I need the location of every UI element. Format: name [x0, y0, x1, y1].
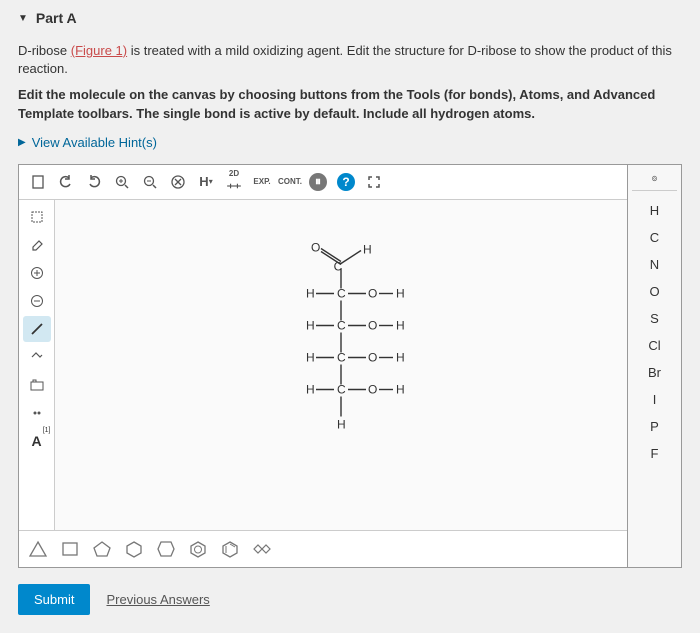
svg-text:H: H [306, 382, 315, 396]
svg-text:H: H [306, 318, 315, 332]
atom-label-tool[interactable]: A[1] [23, 428, 51, 454]
atom-c[interactable]: C [632, 224, 677, 251]
pentagon-template[interactable] [89, 537, 115, 561]
hydrogen-toggle-button[interactable]: H▾ [193, 169, 219, 195]
pause-button[interactable]: ⏸ [305, 169, 331, 195]
instruction-text: D-ribose (Figure 1) is treated with a mi… [18, 42, 682, 78]
svg-text:C: C [334, 259, 343, 273]
atom-p[interactable]: P [632, 413, 677, 440]
atom-br[interactable]: Br [632, 359, 677, 386]
select-tool[interactable] [23, 204, 51, 230]
svg-text:H: H [396, 350, 405, 364]
delete-button[interactable] [165, 169, 191, 195]
previous-answers-link[interactable]: Previous Answers [106, 592, 209, 607]
part-title: Part A [36, 10, 77, 26]
svg-text:O: O [368, 318, 377, 332]
panel-header-icon: ๏ [632, 171, 677, 191]
svg-text:C: C [337, 286, 346, 300]
molecule-editor: H▾ 2D EXP. CONT. ⏸ ? A[1] [18, 164, 682, 568]
hexagon2-template[interactable] [153, 537, 179, 561]
atom-s[interactable]: S [632, 305, 677, 332]
atom-cl[interactable]: Cl [632, 332, 677, 359]
zoom-out-button[interactable] [137, 169, 163, 195]
cont-button[interactable]: CONT. [277, 169, 303, 195]
svg-text:C: C [337, 382, 346, 396]
undo-button[interactable] [53, 169, 79, 195]
new-doc-button[interactable] [25, 169, 51, 195]
svg-text:C: C [337, 350, 346, 364]
hints-label: View Available Hint(s) [32, 135, 157, 150]
submit-button[interactable]: Submit [18, 584, 90, 615]
atom-n[interactable]: N [632, 251, 677, 278]
view-hints-button[interactable]: ▶ View Available Hint(s) [18, 135, 682, 150]
charge-minus-tool[interactable] [23, 288, 51, 314]
figure-link[interactable]: (Figure 1) [71, 43, 127, 58]
svg-text:O: O [368, 350, 377, 364]
atom-i[interactable]: I [632, 386, 677, 413]
benzene2-template[interactable] [217, 537, 243, 561]
svg-text:H: H [396, 382, 405, 396]
zoom-in-button[interactable] [109, 169, 135, 195]
molecule-structure: O H C H C O H H C O H H C O H [241, 238, 441, 468]
atoms-panel: ๏ H C N O S Cl Br I P F [627, 165, 681, 567]
svg-text:H: H [337, 417, 346, 431]
fullscreen-button[interactable] [361, 169, 387, 195]
atom-f[interactable]: F [632, 440, 677, 467]
svg-text:H: H [306, 350, 315, 364]
svg-text:H: H [306, 286, 315, 300]
square-template[interactable] [57, 537, 83, 561]
cyclohexane-template[interactable] [249, 537, 275, 561]
template-tool[interactable] [23, 372, 51, 398]
svg-text:H: H [363, 242, 372, 256]
svg-text:O: O [368, 286, 377, 300]
top-toolbar: H▾ 2D EXP. CONT. ⏸ ? [19, 165, 627, 200]
help-button[interactable]: ? [333, 169, 359, 195]
svg-text:O: O [311, 240, 320, 254]
chevron-right-icon: ▶ [18, 137, 26, 148]
svg-text:H: H [396, 318, 405, 332]
instruction-bold: Edit the molecule on the canvas by choos… [18, 86, 682, 122]
eraser-tool[interactable] [23, 232, 51, 258]
2d-button[interactable]: 2D [221, 169, 247, 195]
triangle-template[interactable] [25, 537, 51, 561]
part-collapse-caret[interactable]: ▼ [18, 13, 28, 24]
atom-o[interactable]: O [632, 278, 677, 305]
redo-button[interactable] [81, 169, 107, 195]
benzene-template[interactable] [185, 537, 211, 561]
left-toolbar: A[1] [19, 200, 55, 530]
exp-button[interactable]: EXP. [249, 169, 275, 195]
charge-plus-tool[interactable] [23, 260, 51, 286]
drawing-canvas[interactable]: O H C H C O H H C O H H C O H [55, 200, 627, 530]
lone-pair-tool[interactable] [23, 400, 51, 426]
svg-text:O: O [368, 382, 377, 396]
atom-h[interactable]: H [632, 197, 677, 224]
bottom-toolbar [19, 530, 627, 567]
svg-text:C: C [337, 318, 346, 332]
hexagon-template[interactable] [121, 537, 147, 561]
double-bond-tool[interactable] [23, 344, 51, 370]
single-bond-tool[interactable] [23, 316, 51, 342]
actions-row: Submit Previous Answers [18, 584, 682, 615]
svg-text:H: H [396, 286, 405, 300]
